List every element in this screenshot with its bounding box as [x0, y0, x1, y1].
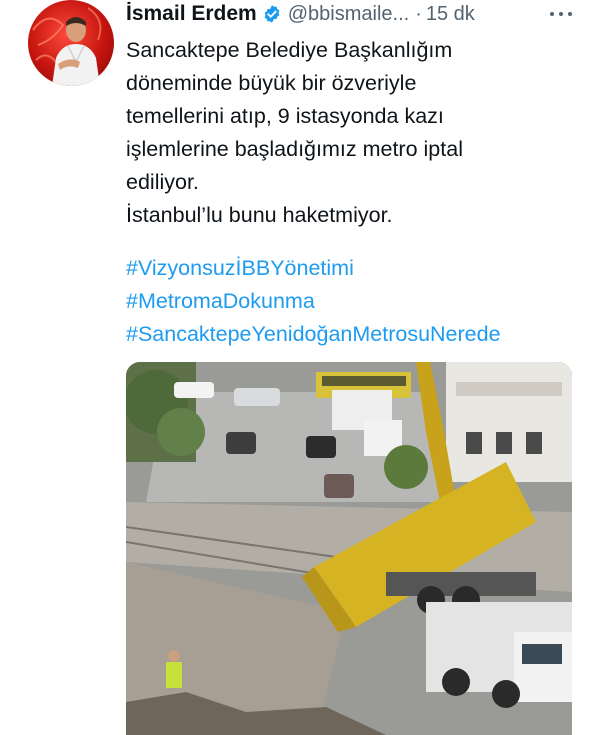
author-handle[interactable]: @bbismaile... — [288, 3, 409, 26]
tweet-header: İsmail Erdem @bbismaile... · 15 dk — [126, 0, 475, 28]
hashtags: #VizyonsuzİBBYönetimi #MetromaDokunma #S… — [126, 252, 596, 351]
tweet: İsmail Erdem @bbismaile... · 15 dk Sanca… — [0, 0, 600, 735]
avatar-image — [32, 7, 102, 86]
separator-dot: · — [415, 2, 422, 25]
tweet-text-line: döneminde büyük bir özveriyle — [126, 71, 417, 95]
tweet-text-line: ediliyor. — [126, 170, 199, 194]
hashtag-link[interactable]: #SancaktepeYenidoğanMetrosuNerede — [126, 318, 596, 351]
hashtag-link[interactable]: #MetromaDokunma — [126, 285, 596, 318]
tweet-text: Sancaktepe Belediye Başkanlığım dönemind… — [126, 34, 596, 232]
tweet-text-line: işlemlerine başladığımız metro iptal — [126, 137, 463, 161]
more-horizontal-icon[interactable] — [550, 4, 572, 24]
verified-badge-icon — [264, 5, 280, 23]
hashtag-link[interactable]: #VizyonsuzİBBYönetimi — [126, 252, 596, 285]
tweet-text-line: Sancaktepe Belediye Başkanlığım — [126, 38, 453, 62]
construction-site-image — [126, 362, 572, 735]
avatar[interactable] — [28, 0, 114, 86]
timestamp[interactable]: 15 dk — [426, 3, 475, 26]
tweet-text-line: temellerini atıp, 9 istasyonda kazı — [126, 104, 444, 128]
tweet-text-line: İstanbul’lu bunu haketmiyor. — [126, 203, 393, 227]
tweet-media-video[interactable] — [126, 362, 572, 735]
author-name[interactable]: İsmail Erdem — [126, 2, 257, 26]
